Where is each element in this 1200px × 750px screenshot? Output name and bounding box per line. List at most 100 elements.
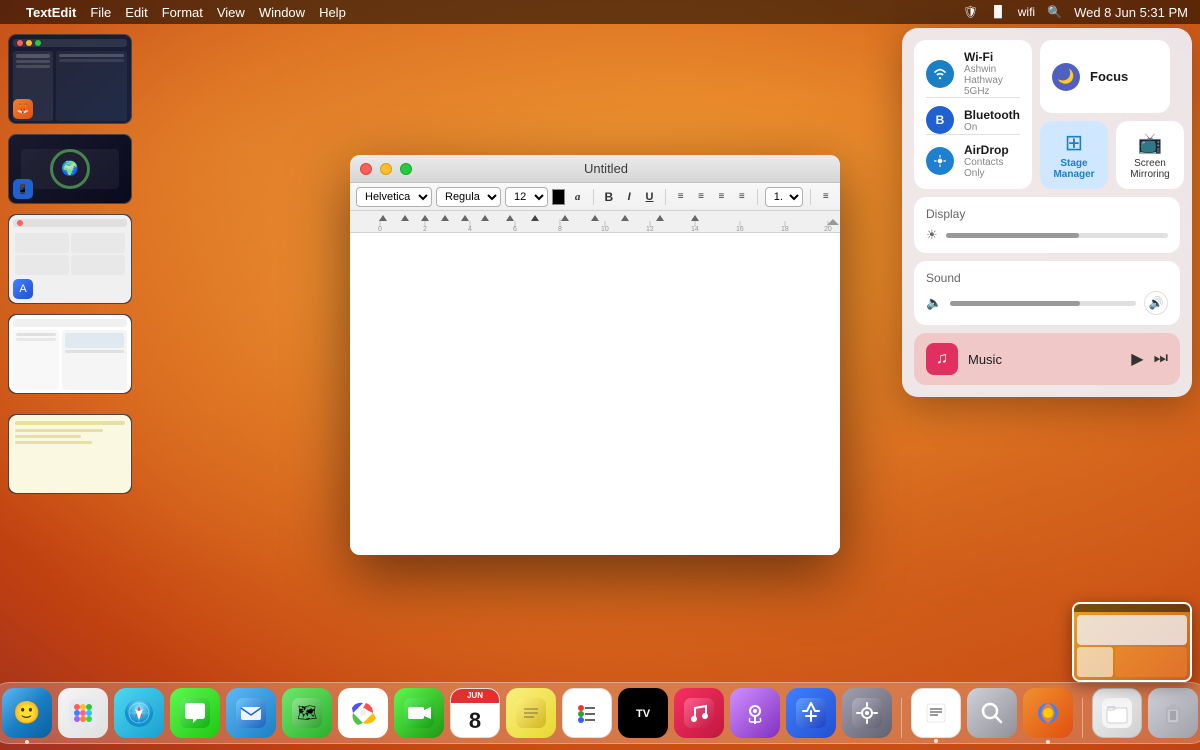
cc-wifi-item[interactable]: Wi-Fi Ashwin Hathway 5GHz <box>926 50 1020 97</box>
sidebar-thumb-2[interactable]: 🌍 📱 <box>8 134 132 204</box>
dock-item-appletv[interactable]: TV <box>618 688 668 738</box>
cc-screen-mirroring-card[interactable]: 📺 ScreenMirroring <box>1116 121 1184 189</box>
sidebar-thumb-3[interactable]: A <box>8 214 132 304</box>
align-left-btn[interactable]: ≡ <box>673 187 689 207</box>
menu-view[interactable]: View <box>217 5 245 20</box>
menubar-battery[interactable]: ▐▌ <box>990 6 1006 18</box>
music-title: Music <box>968 352 1121 367</box>
svg-text:TV: TV <box>636 708 651 720</box>
dock-item-maps[interactable]: 🗺 <box>282 688 332 738</box>
cc-stage-manager-card[interactable]: ⊞ StageManager <box>1040 121 1108 189</box>
maximize-button[interactable] <box>400 163 412 175</box>
dock-dot-finder <box>25 740 29 744</box>
sidebar-thumb-5[interactable] <box>8 414 132 494</box>
desktop: TextEdit File Edit Format View Window He… <box>0 0 1200 750</box>
minimize-button[interactable] <box>380 163 392 175</box>
menubar-shield-icon[interactable]: 🛡 <box>963 5 978 19</box>
underline-button[interactable]: U <box>641 187 657 207</box>
font-size-select[interactable]: 12 <box>505 187 548 207</box>
menubar-wifi-icon[interactable]: wifi <box>1018 5 1035 19</box>
svg-text:0: 0 <box>378 226 382 233</box>
fast-forward-button[interactable]: ⏭ <box>1154 350 1168 368</box>
brightness-slider[interactable] <box>946 233 1168 238</box>
wifi-text: Wi-Fi Ashwin Hathway 5GHz <box>964 50 1020 97</box>
dock-item-notes[interactable] <box>506 688 556 738</box>
menu-format[interactable]: Format <box>162 5 203 20</box>
app-name[interactable]: TextEdit <box>26 5 76 20</box>
cc-divider-2 <box>926 134 1020 135</box>
dock-item-textedit[interactable] <box>911 688 961 738</box>
dock-item-music[interactable] <box>674 688 724 738</box>
dock-item-calendar[interactable]: JUN 8 <box>450 688 500 738</box>
dock-item-finder[interactable]: 🙂 <box>2 688 52 738</box>
dock-item-facetime[interactable] <box>394 688 444 738</box>
volume-slider[interactable] <box>950 301 1136 306</box>
textedit-toolbar: Helvetica Regular 12 a B I U ≡ ≡ ≡ ≡ 1.0 <box>350 183 840 211</box>
dock-item-spotlight[interactable] <box>967 688 1017 738</box>
cc-display-card[interactable]: Display ☀ <box>914 197 1180 253</box>
menubar: TextEdit File Edit Format View Window He… <box>0 0 1200 24</box>
menu-file[interactable]: File <box>90 5 111 20</box>
line-spacing-select[interactable]: 1.0 <box>765 187 803 207</box>
bold-button[interactable]: B <box>601 187 617 207</box>
dock-item-launchpad[interactable] <box>58 688 108 738</box>
sound-settings-icon[interactable]: 🔊 <box>1144 291 1168 315</box>
music-app-icon: ♫ <box>926 343 958 375</box>
cc-sound-card[interactable]: Sound 🔈 🔊 <box>914 261 1180 325</box>
dock-item-trash[interactable] <box>1148 688 1198 738</box>
cc-airdrop-item[interactable]: AirDrop Contacts Only <box>926 143 1020 179</box>
svg-text:8: 8 <box>558 226 562 233</box>
display-brightness-row: ☀ <box>926 227 1168 243</box>
dock-item-system-preferences[interactable] <box>842 688 892 738</box>
dock-item-podcasts[interactable] <box>730 688 780 738</box>
textedit-content[interactable] <box>350 233 840 555</box>
screenshot-mini-preview <box>1074 604 1190 680</box>
close-button[interactable] <box>360 163 372 175</box>
menubar-search-icon[interactable]: 🔍 <box>1047 5 1062 19</box>
sidebar-thumb-4[interactable] <box>8 314 132 394</box>
sidebar-thumb-1[interactable]: 🦊 <box>8 34 132 124</box>
align-justify-btn[interactable]: ≡ <box>734 187 750 207</box>
textedit-ruler: 0 2 4 6 8 10 12 14 16 18 20 <box>350 211 840 233</box>
sidebar-app-icon-2: 📱 <box>13 179 33 199</box>
cc-music-card[interactable]: ♫ Music ▶ ⏭ <box>914 333 1180 385</box>
dock-item-mail[interactable] <box>226 688 276 738</box>
dock-item-safari[interactable] <box>114 688 164 738</box>
airdrop-text: AirDrop Contacts Only <box>964 143 1020 179</box>
screenshot-thumbnail[interactable] <box>1072 602 1192 682</box>
dock-item-messages[interactable] <box>170 688 220 738</box>
dock-dot-textedit <box>934 739 938 743</box>
menubar-datetime[interactable]: Wed 8 Jun 5:31 PM <box>1074 5 1188 20</box>
play-pause-button[interactable]: ▶ <box>1131 349 1143 369</box>
dock-item-reminders[interactable] <box>562 688 612 738</box>
bluetooth-text: Bluetooth On <box>964 108 1020 133</box>
dock-item-appstore[interactable] <box>786 688 836 738</box>
align-right-btn[interactable]: ≡ <box>713 187 729 207</box>
textedit-titlebar: Untitled <box>350 155 840 183</box>
screen-mirroring-icon: 📺 <box>1138 131 1163 156</box>
toolbar-divider-2 <box>665 189 666 205</box>
cc-bluetooth-item[interactable]: B Bluetooth On <box>926 106 1020 134</box>
dock-item-photos[interactable] <box>338 688 388 738</box>
sidebar-app-icon-1: 🦊 <box>13 99 33 119</box>
text-color-swatch[interactable] <box>552 189 565 205</box>
dock-separator-2 <box>1082 698 1083 738</box>
font-family-select[interactable]: Helvetica <box>356 187 432 207</box>
cc-focus-card[interactable]: 🌙 Focus <box>1040 40 1170 113</box>
dock-item-firefox[interactable] <box>1023 688 1073 738</box>
text-style-italic-btn[interactable]: a <box>569 187 585 207</box>
focus-label: Focus <box>1090 69 1128 84</box>
italic-button[interactable]: I <box>621 187 637 207</box>
stage-manager-icon: ⊞ <box>1065 130 1083 156</box>
dock-item-files[interactable] <box>1092 688 1142 738</box>
svg-text:2: 2 <box>423 226 427 233</box>
menu-window[interactable]: Window <box>259 5 305 20</box>
menu-edit[interactable]: Edit <box>125 5 147 20</box>
list-btn[interactable]: ≡ <box>818 187 834 207</box>
menubar-left: TextEdit File Edit Format View Window He… <box>12 5 963 20</box>
cc-divider-1 <box>926 97 1020 98</box>
svg-text:16: 16 <box>736 226 744 233</box>
menu-help[interactable]: Help <box>319 5 346 20</box>
font-style-select[interactable]: Regular <box>436 187 501 207</box>
align-center-btn[interactable]: ≡ <box>693 187 709 207</box>
